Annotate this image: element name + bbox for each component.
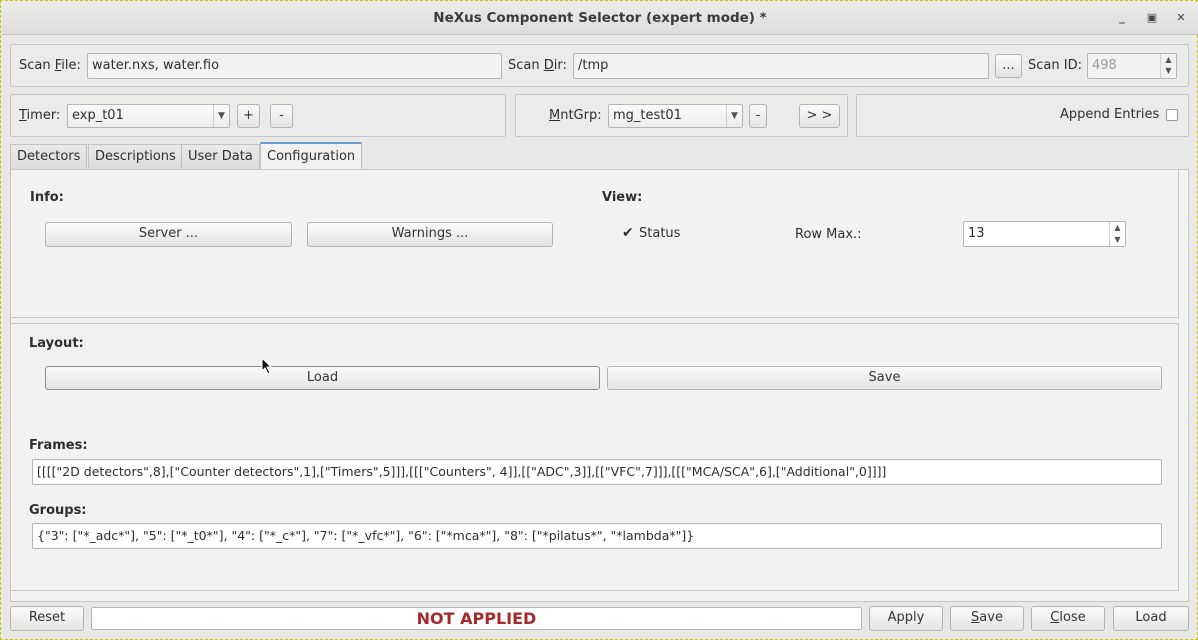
scan-id-value: 498: [1092, 58, 1117, 73]
scan-dir-field[interactable]: /tmp: [573, 53, 989, 79]
main-window: NeXus Component Selector (expert mode) *…: [0, 0, 1198, 640]
timer-value: exp_t01: [72, 108, 124, 123]
scan-dir-label: Scan Dir:: [508, 58, 567, 73]
scan-file-field[interactable]: water.nxs, water.fio: [87, 53, 502, 79]
timer-frame: Timer: exp_t01 ▼ + -: [10, 94, 506, 137]
status-display: NOT APPLIED: [91, 607, 862, 630]
tab-user-data[interactable]: User Data: [181, 144, 260, 169]
info-view-group: Info: Server ... Warnings ... View: ✔ St…: [11, 170, 1179, 318]
window-title: NeXus Component Selector (expert mode) *: [433, 10, 767, 26]
reset-button[interactable]: Reset: [10, 606, 84, 631]
browse-dir-button[interactable]: ...: [995, 54, 1022, 78]
layout-heading: Layout:: [29, 336, 84, 351]
add-timer-button[interactable]: +: [237, 104, 260, 128]
frames-field[interactable]: [[[["2D detectors",8],["Counter detector…: [32, 459, 1162, 485]
minimize-icon[interactable]: _: [1114, 11, 1130, 27]
save-button[interactable]: Save: [950, 606, 1024, 631]
mntgrp-combo[interactable]: mg_test01 ▼: [608, 104, 743, 128]
scan-file-label: Scan File:: [19, 58, 81, 73]
server-button[interactable]: Server ...: [45, 222, 292, 247]
mntgrp-frame: MntGrp: mg_test01 ▼ - > >: [515, 94, 848, 137]
status-label: Status: [639, 226, 681, 241]
apply-button[interactable]: Apply: [869, 606, 943, 631]
info-heading: Info:: [30, 190, 64, 205]
groups-heading: Groups:: [29, 503, 87, 518]
chevron-down-icon: ▼: [213, 105, 229, 127]
mntgrp-value: mg_test01: [613, 108, 682, 123]
row-max-value: 13: [968, 226, 985, 241]
tab-descriptions[interactable]: Descriptions: [88, 144, 183, 169]
configuration-panel: Info: Server ... Warnings ... View: ✔ St…: [10, 169, 1189, 602]
layout-group: Layout: Load Save Frames: [[[["2D detect…: [11, 323, 1179, 591]
layout-save-button[interactable]: Save: [607, 366, 1162, 390]
scan-id-spinbox[interactable]: 498 ▲ ▼: [1087, 53, 1177, 79]
view-heading: View:: [602, 190, 643, 205]
layout-load-button[interactable]: Load: [45, 366, 600, 390]
title-bar: NeXus Component Selector (expert mode) *…: [2, 2, 1198, 35]
append-frame: Append Entries: [856, 94, 1189, 137]
mntgrp-label: MntGrp:: [549, 108, 602, 123]
tab-detectors[interactable]: Detectors: [10, 144, 88, 169]
close-button[interactable]: Close: [1031, 606, 1105, 631]
remove-mntgrp-button[interactable]: -: [749, 104, 767, 128]
scan-frame: Scan File: water.nxs, water.fio Scan Dir…: [10, 44, 1189, 87]
frames-heading: Frames:: [29, 438, 88, 453]
timer-label: Timer:: [19, 108, 61, 123]
status-checkbox[interactable]: ✔: [622, 225, 634, 241]
row-max-spinbox[interactable]: 13 ▲ ▼: [963, 221, 1126, 247]
append-entries-checkbox[interactable]: [1166, 109, 1178, 121]
mouse-cursor-icon: [261, 357, 273, 375]
append-entries-label: Append Entries: [1060, 107, 1160, 122]
close-icon[interactable]: ✕: [1173, 11, 1189, 27]
row-max-label: Row Max.:: [795, 227, 862, 242]
remove-timer-button[interactable]: -: [270, 104, 293, 128]
maximize-icon[interactable]: ▣: [1144, 11, 1160, 27]
warnings-button[interactable]: Warnings ...: [307, 222, 553, 247]
timer-combo[interactable]: exp_t01 ▼: [67, 104, 230, 128]
groups-field[interactable]: {"3": ["*_adc*"], "5": ["*_t0*"], "4": […: [32, 523, 1162, 549]
row-max-spin-arrows[interactable]: ▲ ▼: [1109, 222, 1125, 246]
tab-configuration[interactable]: Configuration: [260, 142, 363, 169]
load-button[interactable]: Load: [1113, 606, 1189, 631]
scan-id-spin-arrows[interactable]: ▲ ▼: [1160, 54, 1176, 78]
chevron-down-icon: ▼: [726, 105, 742, 127]
next-mntgrp-button[interactable]: > >: [799, 104, 840, 128]
scan-id-label: Scan ID:: [1028, 58, 1082, 73]
